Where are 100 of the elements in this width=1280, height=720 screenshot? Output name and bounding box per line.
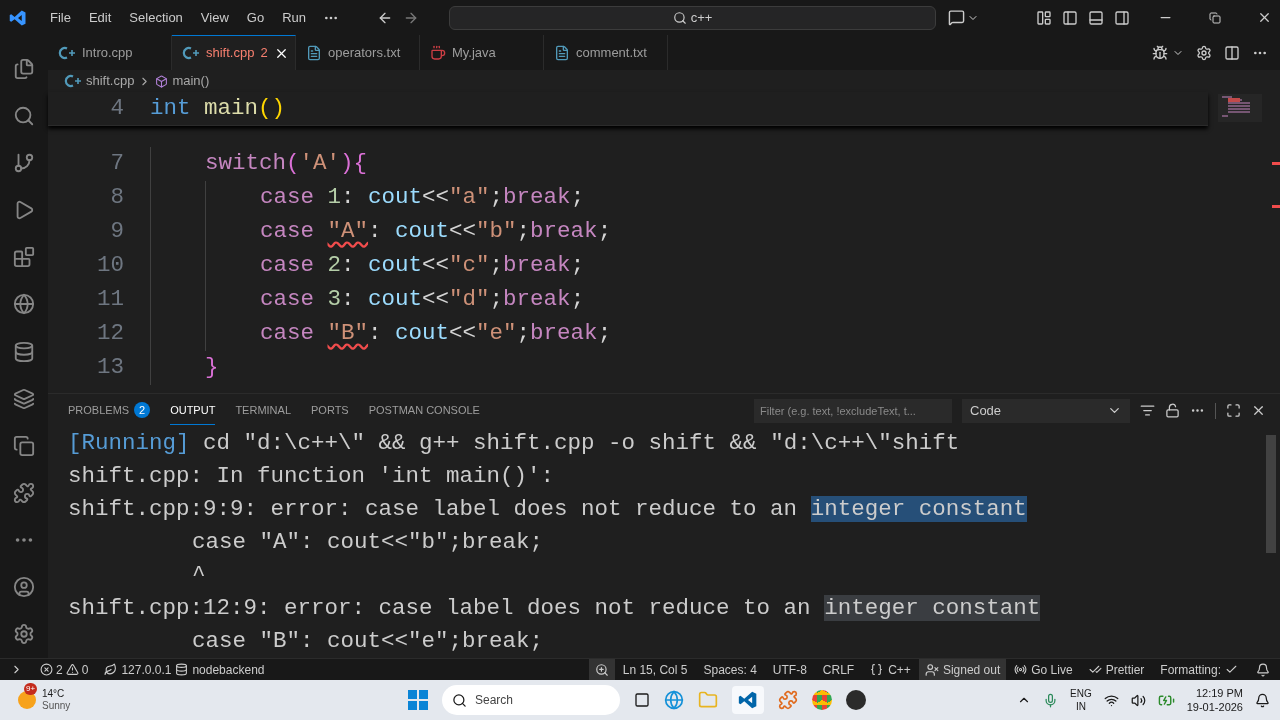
menu-item[interactable]: File: [41, 7, 80, 28]
status-item[interactable]: Spaces: 4: [695, 660, 765, 679]
code-line: case 3: cout<<"d";break;: [260, 285, 585, 315]
editor-app-icon[interactable]: [732, 686, 764, 714]
menu-item[interactable]: Run: [273, 7, 315, 28]
taskbar-search[interactable]: Search: [442, 685, 620, 715]
close-icon[interactable]: [1257, 10, 1272, 25]
panel-tab[interactable]: OUTPUT: [170, 395, 216, 426]
cpp-file-icon: [64, 74, 82, 88]
account-icon: [924, 662, 939, 677]
split-editor-icon[interactable]: [1224, 44, 1240, 61]
status-item[interactable]: C++: [888, 660, 911, 679]
notifications-icon[interactable]: [1255, 692, 1270, 708]
status-item[interactable]: Go Live: [1031, 660, 1073, 679]
panel-tab[interactable]: TERMINAL: [235, 395, 291, 426]
account-icon[interactable]: [13, 576, 35, 599]
task-view-icon[interactable]: [634, 692, 650, 708]
language-text[interactable]: ENG: [1070, 687, 1092, 700]
close-icon[interactable]: [1251, 403, 1266, 418]
warning-icon: [65, 663, 79, 676]
filter-field[interactable]: Filter (e.g. text, !excludeText, t...: [754, 398, 952, 423]
editor-tab[interactable]: shift.cpp 2: [172, 35, 296, 70]
sidebar-toggle-icon[interactable]: [1062, 9, 1078, 26]
minimap-drawing: [1218, 94, 1262, 122]
double-check-icon: [1088, 663, 1102, 676]
browser-icon[interactable]: [664, 690, 684, 710]
line-number: 10: [96, 251, 124, 281]
notifications-icon[interactable]: [1256, 662, 1270, 677]
scrollbar-thumb[interactable]: [1266, 435, 1276, 553]
status-item[interactable]: CRLF: [814, 660, 863, 679]
notification-badge: 9+: [24, 683, 38, 695]
layout-icon[interactable]: [1036, 9, 1052, 26]
status-item[interactable]: nodebackend: [192, 660, 265, 679]
clock-time[interactable]: 12:19 PM: [1195, 686, 1243, 700]
run-debug-icon[interactable]: [1152, 44, 1168, 61]
language-text[interactable]: IN: [1075, 700, 1086, 713]
menu-item[interactable]: View: [191, 7, 238, 28]
panel-tab[interactable]: PORTS: [311, 395, 349, 426]
extensions-icon[interactable]: [13, 246, 35, 269]
breadcrumb-item[interactable]: shift.cpp: [86, 71, 135, 91]
output-line: case "A": cout<<"b";break;: [192, 527, 544, 557]
app-logo-icon[interactable]: [9, 8, 27, 27]
database-icon[interactable]: [13, 340, 35, 363]
status-item[interactable]: UTF-8: [764, 660, 815, 679]
output-line: shift.cpp:12:9: error: case label does not reduce to an integer constant: [68, 593, 1041, 623]
volume-icon[interactable]: [1130, 692, 1146, 708]
restore-icon[interactable]: [1209, 11, 1221, 24]
search-icon[interactable]: [13, 104, 35, 127]
microphone-icon[interactable]: [1043, 692, 1059, 708]
line-number: 9: [109, 217, 124, 247]
source-control-icon[interactable]: [13, 151, 35, 174]
panel-tab[interactable]: PROBLEMS 2: [68, 395, 151, 426]
chat-icon[interactable]: [948, 9, 965, 26]
puzzle-icon[interactable]: [13, 482, 35, 504]
line-number: 12: [96, 319, 124, 349]
warning-count[interactable]: 0: [81, 660, 89, 679]
editor-tab[interactable]: My.java: [420, 35, 544, 70]
channel-dropdown[interactable]: Code: [962, 398, 1130, 423]
error-icon: [40, 663, 53, 676]
status-item[interactable]: Formatting:: [1160, 660, 1221, 679]
sun-icon[interactable]: [18, 691, 36, 709]
line-number: 11: [96, 285, 124, 315]
secondary-sidebar-icon[interactable]: [1114, 9, 1130, 26]
status-item[interactable]: 127.0.0.1: [121, 660, 172, 679]
app-icon[interactable]: [778, 690, 798, 710]
menu-item[interactable]: Selection: [120, 7, 192, 28]
clock-date[interactable]: 19-01-2026: [1186, 700, 1243, 714]
java-file-icon: [430, 44, 446, 61]
weather-text: Sunny: [42, 700, 71, 712]
settings-icon[interactable]: [13, 623, 35, 646]
editor-tab[interactable]: operators.txt: [296, 35, 420, 70]
command-center[interactable]: c++: [449, 5, 936, 30]
count-badge: 2: [134, 402, 151, 418]
braces-icon: [870, 663, 884, 676]
menu-item[interactable]: Go: [237, 7, 274, 28]
settings-icon[interactable]: [1196, 44, 1212, 61]
code-line: case 1: cout<<"a";break;: [260, 183, 585, 213]
start-icon[interactable]: [408, 690, 428, 710]
error-count[interactable]: 2: [56, 660, 63, 679]
zoom-icon[interactable]: [594, 662, 609, 677]
files-icon[interactable]: [13, 57, 35, 80]
record-app-icon[interactable]: [846, 690, 866, 710]
output-line: [Running] cd "d:\c++\" && g++ shift.cpp -o shift && "d:\c++\"shift: [68, 428, 960, 458]
panel-tab[interactable]: POSTMAN CONSOLE: [368, 395, 480, 426]
maximize-icon[interactable]: [1226, 403, 1241, 418]
globe-icon[interactable]: [13, 293, 35, 316]
lock-icon[interactable]: [1165, 403, 1180, 418]
line-number: 8: [109, 183, 124, 213]
code-line: case 2: cout<<"c";break;: [260, 251, 585, 281]
panel-toggle-icon[interactable]: [1088, 9, 1104, 26]
menu-item[interactable]: Edit: [79, 7, 121, 28]
breadcrumb-item[interactable]: main(): [172, 71, 210, 91]
leaf-icon: [104, 663, 118, 676]
clear-output-icon[interactable]: [1140, 403, 1155, 418]
editor-tab[interactable]: comment.txt: [544, 35, 668, 70]
copy-icon[interactable]: [13, 434, 35, 457]
layers-icon[interactable]: [13, 387, 35, 410]
wifi-icon[interactable]: [1103, 692, 1119, 708]
status-item[interactable]: Prettier: [1105, 660, 1145, 679]
status-item[interactable]: Ln 15, Col 5: [614, 660, 696, 679]
